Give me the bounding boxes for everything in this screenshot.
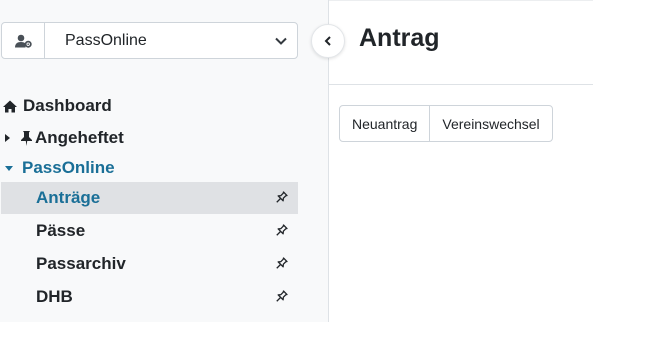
- caret-right-icon: [5, 134, 10, 142]
- pin-icon: [21, 130, 32, 146]
- pin-outline-icon[interactable]: [274, 290, 288, 304]
- app-select-value: PassOnline: [65, 31, 147, 49]
- page-title: Antrag: [359, 24, 440, 52]
- nav-dashboard[interactable]: Dashboard: [3, 94, 112, 118]
- sidebar-item-passarchiv[interactable]: Passarchiv: [1, 248, 298, 280]
- app-select[interactable]: PassOnline: [45, 23, 297, 58]
- pin-outline-icon[interactable]: [274, 224, 288, 238]
- nav-dashboard-label: Dashboard: [23, 96, 112, 115]
- new-application-button[interactable]: Neuantrag: [340, 106, 429, 141]
- home-icon: [3, 100, 17, 113]
- pin-outline-icon[interactable]: [274, 191, 288, 205]
- sidebar-collapse-button[interactable]: [311, 24, 345, 58]
- sidebar-item-paesse[interactable]: Pässe: [1, 215, 298, 247]
- action-button-group: Neuantrag Vereinswechsel: [339, 105, 553, 142]
- pin-outline-icon[interactable]: [274, 257, 288, 271]
- sidebar-item-label: Anträge: [36, 188, 101, 207]
- app-select-group: PassOnline: [1, 22, 298, 59]
- sidebar-item-dhb[interactable]: DHB: [1, 281, 298, 313]
- caret-down-icon: [5, 165, 13, 171]
- club-change-button[interactable]: Vereinswechsel: [429, 106, 551, 141]
- sidebar-item-antraege[interactable]: Anträge: [1, 182, 298, 214]
- chevron-left-icon: [324, 36, 332, 46]
- sidebar-item-label: DHB: [36, 287, 73, 306]
- nav-pinned[interactable]: Angeheftet: [5, 126, 124, 150]
- nav-pinned-label: Angeheftet: [35, 128, 124, 147]
- user-settings-button[interactable]: [2, 23, 45, 58]
- nav-passonline-label: PassOnline: [22, 158, 115, 177]
- sidebar-item-label: Pässe: [36, 221, 86, 240]
- chevron-down-icon: [275, 37, 287, 45]
- nav-passonline[interactable]: PassOnline: [5, 156, 115, 180]
- sidebar: PassOnline Dashboard Angeheftet PassOnli…: [0, 0, 329, 322]
- user-gear-icon: [14, 34, 32, 48]
- sidebar-item-label: Passarchiv: [36, 254, 126, 273]
